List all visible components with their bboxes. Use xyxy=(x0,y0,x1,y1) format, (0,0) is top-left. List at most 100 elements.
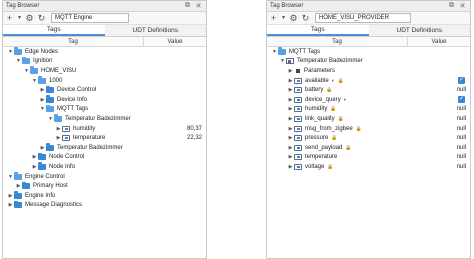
row-label: voltage xyxy=(305,163,325,170)
expand-arrow-icon[interactable]: ▼ xyxy=(271,49,278,55)
tree-row-home-visu[interactable]: ▼ HOME_VISU xyxy=(3,66,206,76)
tree-row-link-quality[interactable]: ▶ link_quality 🔒 null xyxy=(267,114,470,124)
tree-row-temperature[interactable]: ▶ temperature 22,32 xyxy=(3,133,206,143)
close-icon[interactable]: ✕ xyxy=(194,2,203,11)
tab-tags[interactable]: Tags xyxy=(3,25,105,36)
expand-arrow-icon[interactable]: ▶ xyxy=(287,145,294,151)
row-label: link_quality xyxy=(305,115,335,122)
lock-icon: 🔒 xyxy=(345,144,352,151)
tree-row-available[interactable]: ▶ available ◐ 🔒 ✓ xyxy=(267,76,470,86)
tree-row-humidity[interactable]: ▶ humidity 80,37 xyxy=(3,124,206,134)
tree-row-pressure[interactable]: ▶ pressure 🔒 null xyxy=(267,133,470,143)
tag-icon xyxy=(294,96,302,103)
restore-icon[interactable]: ⧉ xyxy=(447,2,456,11)
expand-arrow-icon[interactable]: ▶ xyxy=(55,126,62,132)
expand-arrow-icon[interactable]: ▼ xyxy=(15,58,22,64)
tab-tags[interactable]: Tags xyxy=(267,25,369,36)
tree-row-parameters[interactable]: ▶ Parameters xyxy=(267,66,470,76)
row-label: MQTT Tags xyxy=(289,48,321,55)
expand-arrow-icon[interactable]: ▼ xyxy=(7,174,14,180)
expand-arrow-icon[interactable]: ▼ xyxy=(47,116,54,122)
restore-icon[interactable]: ⧉ xyxy=(183,2,192,11)
tree-row-edge-nodes[interactable]: ▼ Edge Nodes xyxy=(3,47,206,57)
panel-title: Tag Browser xyxy=(270,3,304,9)
tree-row-ignition[interactable]: ▼ Ignition xyxy=(3,56,206,67)
tree-row-temperature[interactable]: ▶ temperature null xyxy=(267,153,470,163)
expand-arrow-icon[interactable]: ▶ xyxy=(287,116,294,122)
tree-row-battery[interactable]: ▶ battery 🔒 null xyxy=(267,85,470,95)
tree-row-1000[interactable]: ▼ 1000 xyxy=(3,76,206,86)
lock-icon: 🔒 xyxy=(331,135,338,142)
tree-row-engine-control[interactable]: ▼ Engine Control xyxy=(3,172,206,182)
tree-row-mqtt-tags[interactable]: ▼ MQTT Tags xyxy=(3,104,206,115)
title-bar: Tag Browser ⧉ ✕ xyxy=(267,1,470,12)
folder-icon xyxy=(278,47,286,55)
column-tag[interactable]: Tag xyxy=(3,37,144,46)
tree-row-engine-info[interactable]: ▶ Engine Info xyxy=(3,191,206,201)
expand-arrow-icon[interactable]: ▶ xyxy=(287,164,294,170)
tree-row-voltage[interactable]: ▶ voltage 🔒 null xyxy=(267,162,470,172)
tab-bar: Tags UDT Definitions xyxy=(267,25,470,37)
settings-icon[interactable]: ⚙ xyxy=(289,13,298,24)
toolbar: + ▾ ⚙ ↻ HOME_VISU_PROVIDER xyxy=(267,12,470,25)
expand-arrow-icon[interactable]: ▶ xyxy=(15,183,22,189)
expand-arrow-icon[interactable]: ▼ xyxy=(279,58,286,64)
tree-row-temperatur-badezimmer-2[interactable]: ▶ Temperatur Badezimmer xyxy=(3,143,206,153)
expand-arrow-icon[interactable]: ▶ xyxy=(287,87,294,93)
tree-row-device-query[interactable]: ▶ device_query ◐ ✓ xyxy=(267,95,470,105)
column-tag[interactable]: Tag xyxy=(267,37,408,46)
tree-row-send-payload[interactable]: ▶ send_payload 🔒 null xyxy=(267,143,470,153)
expand-arrow-icon[interactable]: ▶ xyxy=(7,202,14,208)
tree-row-temperatur-badezimmer[interactable]: ▼ Temperatur Badezimmer xyxy=(3,114,206,124)
expand-arrow-icon[interactable]: ▼ xyxy=(39,106,46,112)
provider-select[interactable]: HOME_VISU_PROVIDER xyxy=(315,13,411,23)
row-label: humidity xyxy=(73,125,96,132)
expand-arrow-icon[interactable]: ▶ xyxy=(55,135,62,141)
row-label: battery xyxy=(305,87,324,94)
folder-icon xyxy=(38,162,46,170)
lock-icon: 🔒 xyxy=(326,87,333,94)
tree-row-device-info[interactable]: ▶ Device Info xyxy=(3,95,206,105)
tree-row-node-control[interactable]: ▶ Node Control xyxy=(3,152,206,163)
expand-arrow-icon[interactable]: ▼ xyxy=(23,68,30,74)
chevron-down-icon[interactable]: ▾ xyxy=(17,13,22,24)
column-value[interactable]: Value xyxy=(408,37,470,46)
tree-row-temperatur-badezimmer[interactable]: ▼ Temperatur Badezimmer xyxy=(267,57,470,67)
tree-row-device-control[interactable]: ▶ Device Control xyxy=(3,85,206,95)
expand-arrow-icon[interactable]: ▶ xyxy=(287,68,294,74)
expand-arrow-icon[interactable]: ▶ xyxy=(287,97,294,103)
close-icon[interactable]: ✕ xyxy=(458,2,467,11)
refresh-icon[interactable]: ↻ xyxy=(37,13,46,24)
add-icon[interactable]: + xyxy=(269,13,278,24)
tab-udt-definitions[interactable]: UDT Definitions xyxy=(105,25,207,36)
tree-row-humidity[interactable]: ▶ humidity 🔒 null xyxy=(267,105,470,115)
row-label: 1000 xyxy=(49,77,63,84)
expand-arrow-icon[interactable]: ▶ xyxy=(31,154,38,160)
expand-arrow-icon[interactable]: ▶ xyxy=(31,164,38,170)
tree-row-msg-from-zigbee[interactable]: ▶ msg_from_zigbee 🔒 null xyxy=(267,124,470,134)
expand-arrow-icon[interactable]: ▶ xyxy=(287,154,294,160)
tag-icon xyxy=(294,87,302,94)
add-icon[interactable]: + xyxy=(5,13,14,24)
expand-arrow-icon[interactable]: ▶ xyxy=(39,87,46,93)
settings-icon[interactable]: ⚙ xyxy=(25,13,34,24)
expand-arrow-icon[interactable]: ▶ xyxy=(287,78,294,84)
refresh-icon[interactable]: ↻ xyxy=(301,13,310,24)
expand-arrow-icon[interactable]: ▶ xyxy=(287,126,294,132)
expand-arrow-icon[interactable]: ▼ xyxy=(31,78,38,84)
chevron-down-icon[interactable]: ▾ xyxy=(281,13,286,24)
tree-row-node-info[interactable]: ▶ Node Info xyxy=(3,162,206,172)
tree-row-mqtt-tags[interactable]: ▼ MQTT Tags xyxy=(267,47,470,57)
tree-row-primary-host[interactable]: ▶ Primary Host xyxy=(3,181,206,191)
expand-arrow-icon[interactable]: ▶ xyxy=(7,193,14,199)
expand-arrow-icon[interactable]: ▶ xyxy=(39,97,46,103)
expand-arrow-icon[interactable]: ▼ xyxy=(7,49,14,55)
expand-arrow-icon[interactable]: ▶ xyxy=(287,135,294,141)
tab-udt-definitions[interactable]: UDT Definitions xyxy=(369,25,471,36)
tree-row-message-diagnostics[interactable]: ▶ Message Diagnostics xyxy=(3,200,206,211)
provider-select[interactable]: MQTT Engine xyxy=(51,13,129,23)
column-value[interactable]: Value xyxy=(144,37,206,46)
expand-arrow-icon[interactable]: ▶ xyxy=(287,106,294,112)
expand-arrow-icon[interactable]: ▶ xyxy=(39,145,46,151)
row-label: Engine Control xyxy=(25,173,65,180)
